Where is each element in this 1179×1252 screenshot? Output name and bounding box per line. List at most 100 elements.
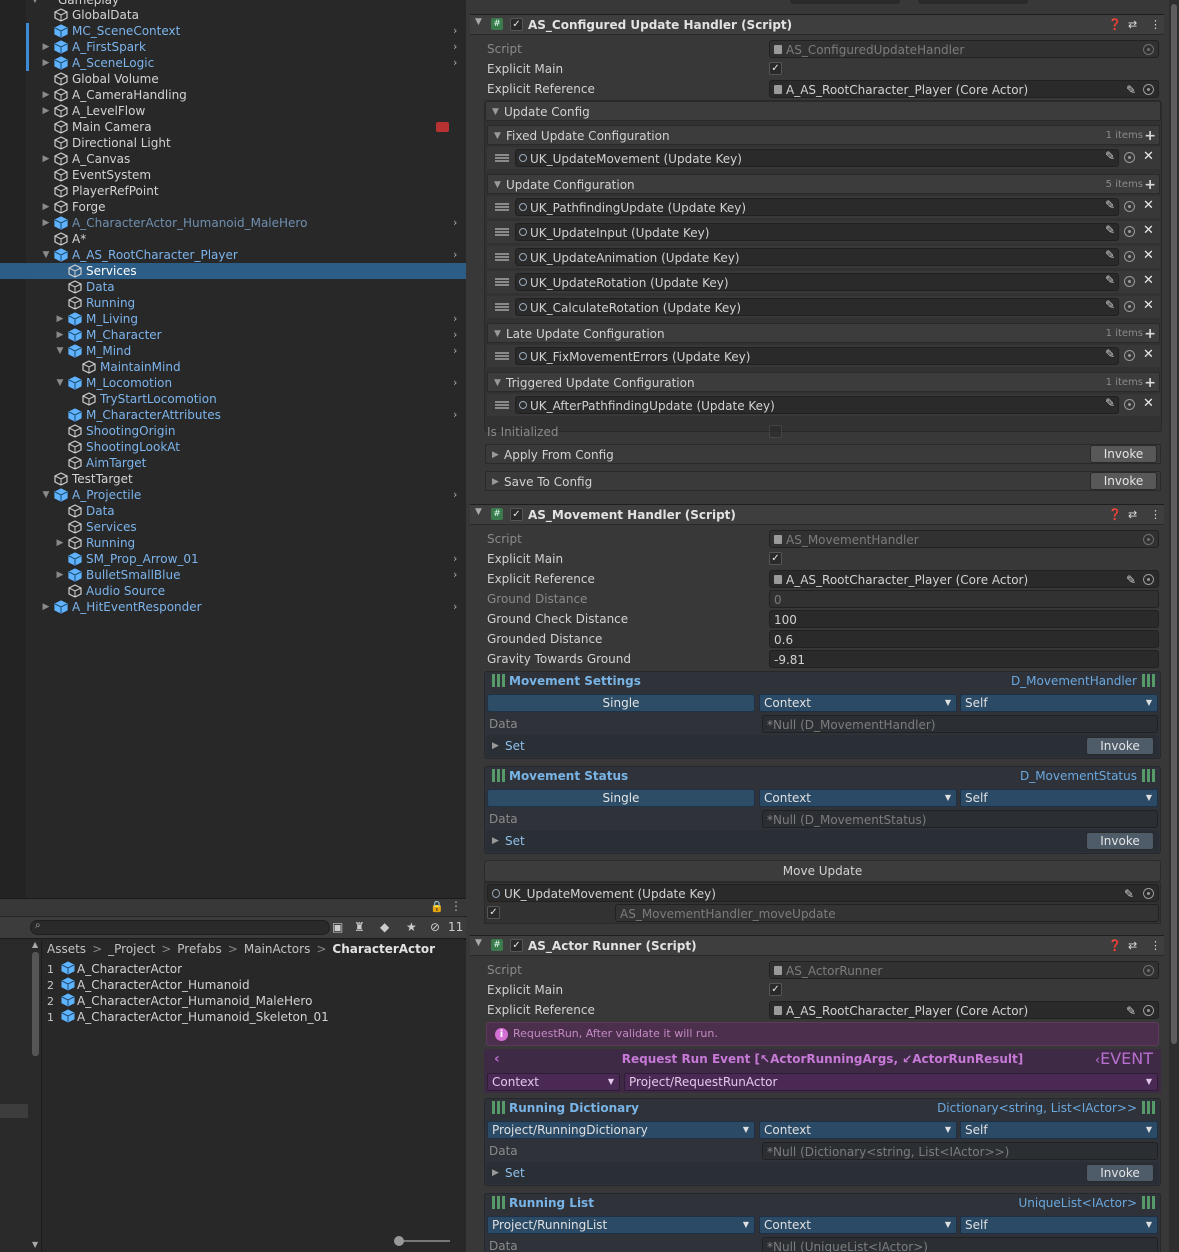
expand-arrow-icon[interactable]: ▶ xyxy=(55,535,65,551)
set-row[interactable]: ▶ Set xyxy=(486,830,1159,852)
explicit-reference-field[interactable]: A_AS_RootCharacter_Player (Core Actor) ✎ xyxy=(769,570,1159,588)
breadcrumb-item[interactable]: CharacterActor xyxy=(332,942,435,956)
hierarchy-item[interactable]: ▼ A_Projectile › xyxy=(0,487,466,503)
collapse-arrow-icon[interactable]: ▼ xyxy=(41,487,51,503)
update-key-row[interactable]: UK_UpdateInput (Update Key) ✎ ✕ xyxy=(487,221,1160,243)
expand-arrow-icon[interactable]: ▶ xyxy=(55,567,65,583)
folder-scrollbar[interactable] xyxy=(32,952,39,1056)
object-picker-icon[interactable] xyxy=(1143,84,1154,95)
hierarchy-item[interactable]: ▶ M_Character › xyxy=(0,327,466,343)
hierarchy-item[interactable]: Main Camera xyxy=(0,119,466,135)
remove-element-icon[interactable]: ✕ xyxy=(1143,149,1154,164)
presets-icon[interactable]: ⇄ xyxy=(1128,508,1137,521)
hierarchy-item[interactable]: ▶ A_CameraHandling xyxy=(0,87,466,103)
hierarchy-item[interactable]: ▶ M_Living › xyxy=(0,311,466,327)
hierarchy-item[interactable]: SM_Prop_Arrow_01 › xyxy=(0,551,466,567)
update-key-row[interactable]: UK_PathfindingUpdate (Update Key) ✎ ✕ xyxy=(487,196,1160,218)
drag-handle-icon[interactable] xyxy=(495,401,509,409)
update-config-foldout[interactable]: ▼ Update Config xyxy=(485,101,1161,121)
project-asset-item[interactable]: 1 A_CharacterActor_Humanoid_Skeleton_01 xyxy=(47,1009,329,1025)
hierarchy-item[interactable]: ShootingOrigin xyxy=(0,423,466,439)
filter-by-type-icon[interactable]: ▣ xyxy=(332,920,343,934)
hierarchy-item[interactable]: ▶ Forge xyxy=(0,199,466,215)
late-update-list-header[interactable]: ▼ Late Update Configuration 1 items + xyxy=(487,323,1160,343)
edit-pencil-icon[interactable]: ✎ xyxy=(1105,223,1115,237)
breadcrumb-item[interactable]: _Project xyxy=(108,942,155,956)
open-prefab-chevron-icon[interactable]: › xyxy=(453,599,457,615)
hierarchy-item[interactable]: ▶ Running xyxy=(0,535,466,551)
expand-arrow-icon[interactable]: ▶ xyxy=(41,199,51,215)
hierarchy-item[interactable]: MC_SceneContext › xyxy=(0,23,466,39)
project-asset-item[interactable]: 1 A_CharacterActor xyxy=(47,961,182,977)
zoom-slider-handle[interactable] xyxy=(394,1236,404,1246)
update-key-row[interactable]: UK_UpdateAnimation (Update Key) ✎ ✕ xyxy=(487,246,1160,268)
edit-pencil-icon[interactable]: ✎ xyxy=(1124,885,1134,901)
hierarchy-item[interactable]: GlobalData xyxy=(0,7,466,23)
object-picker-icon[interactable] xyxy=(1143,574,1154,585)
object-picker-icon[interactable] xyxy=(1124,226,1135,237)
expand-arrow-icon[interactable]: ▶ xyxy=(55,327,65,343)
edit-pencil-icon[interactable]: ✎ xyxy=(1126,81,1136,97)
expand-arrow-icon[interactable]: ▶ xyxy=(41,55,51,71)
expand-arrow-icon[interactable]: ▶ xyxy=(41,215,51,231)
update-key-row[interactable]: UK_UpdateRotation (Update Key) ✎ ✕ xyxy=(487,271,1160,293)
remove-element-icon[interactable]: ✕ xyxy=(1143,273,1154,288)
explicit-main-checkbox[interactable]: ✓ xyxy=(769,983,782,996)
expand-arrow-icon[interactable]: ▶ xyxy=(41,103,51,119)
hierarchy-item[interactable]: M_CharacterAttributes › xyxy=(0,407,466,423)
hierarchy-item[interactable]: ▶ A_Canvas xyxy=(0,151,466,167)
hierarchy-item[interactable]: ShootingLookAt xyxy=(0,439,466,455)
add-element-icon[interactable]: + xyxy=(1144,126,1156,146)
update-key-field[interactable]: UK_PathfindingUpdate (Update Key) xyxy=(515,198,1119,216)
edit-pencil-icon[interactable]: ✎ xyxy=(1105,248,1115,262)
presets-icon[interactable]: ⇄ xyxy=(1128,18,1137,31)
hierarchy-item[interactable]: Data xyxy=(0,279,466,295)
list-path-dropdown[interactable]: Project/RunningList ▼ xyxy=(487,1216,755,1234)
object-picker-icon[interactable] xyxy=(1143,888,1154,899)
fold-arrow-icon[interactable]: ▼ xyxy=(475,938,482,948)
edit-pencil-icon[interactable]: ✎ xyxy=(1126,571,1136,587)
update-key-field[interactable]: UK_UpdateRotation (Update Key) xyxy=(515,273,1119,291)
project-asset-item[interactable]: 2 A_CharacterActor_Humanoid xyxy=(47,977,250,993)
breadcrumb-item[interactable]: MainActors xyxy=(244,942,310,956)
script-field[interactable]: AS_MovementHandler xyxy=(769,530,1159,548)
object-picker-icon[interactable] xyxy=(1124,251,1135,262)
open-prefab-chevron-icon[interactable]: › xyxy=(453,55,457,71)
drag-handle-icon[interactable] xyxy=(495,303,509,311)
open-prefab-chevron-icon[interactable]: › xyxy=(453,487,457,503)
hierarchy-item[interactable]: ▶ BulletSmallBlue › xyxy=(0,567,466,583)
object-picker-icon[interactable] xyxy=(1124,350,1135,361)
ground-check-distance-field[interactable]: 100 xyxy=(769,610,1159,628)
update-key-field[interactable]: UK_CalculateRotation (Update Key) xyxy=(515,298,1119,316)
drag-handle-icon[interactable] xyxy=(495,278,509,286)
object-picker-icon[interactable] xyxy=(1124,301,1135,312)
context-menu-icon[interactable]: ⋮ xyxy=(1150,939,1161,952)
invoke-button[interactable]: Invoke xyxy=(1090,472,1157,490)
self-dropdown[interactable]: Self ▼ xyxy=(960,789,1158,807)
move-update-key-field[interactable]: UK_UpdateMovement (Update Key) ✎ xyxy=(487,884,1159,902)
hierarchy-item[interactable]: ▼ M_Mind › xyxy=(0,343,466,359)
move-update-checkbox[interactable]: ✓ xyxy=(487,906,500,919)
remove-element-icon[interactable]: ✕ xyxy=(1143,298,1154,313)
scroll-down-icon[interactable]: ▼ xyxy=(32,1240,38,1249)
top-field-partial[interactable] xyxy=(790,0,900,4)
data-field[interactable]: *Null (D_MovementHandler) xyxy=(762,715,1158,733)
expand-arrow-icon[interactable]: ▶ xyxy=(41,599,51,615)
fold-arrow-icon[interactable]: ▼ xyxy=(475,17,482,27)
expand-arrow-icon[interactable]: ▶ xyxy=(55,311,65,327)
expand-arrow-icon[interactable]: ▶ xyxy=(41,87,51,103)
context-menu-icon[interactable]: ⋮ xyxy=(1150,508,1161,521)
component-header-actor-runner[interactable]: ▼ # ✓ AS_Actor Runner (Script) ❓ ⇄ ⋮ xyxy=(470,935,1164,956)
drag-handle-icon[interactable] xyxy=(495,228,509,236)
object-picker-icon[interactable] xyxy=(1143,1005,1154,1016)
remove-element-icon[interactable]: ✕ xyxy=(1143,396,1154,411)
object-picker-icon[interactable] xyxy=(1143,965,1154,976)
remove-element-icon[interactable]: ✕ xyxy=(1143,223,1154,238)
context-dropdown[interactable]: Context ▼ xyxy=(759,694,957,712)
invoke-button[interactable]: Invoke xyxy=(1086,832,1154,850)
hierarchy-item[interactable]: ▶ A_SceneLogic › xyxy=(0,55,466,71)
remove-element-icon[interactable]: ✕ xyxy=(1143,347,1154,362)
edit-pencil-icon[interactable]: ✎ xyxy=(1105,149,1115,163)
context-menu-icon[interactable]: ⋮ xyxy=(1150,18,1161,31)
invoke-button[interactable]: Invoke xyxy=(1090,445,1157,463)
